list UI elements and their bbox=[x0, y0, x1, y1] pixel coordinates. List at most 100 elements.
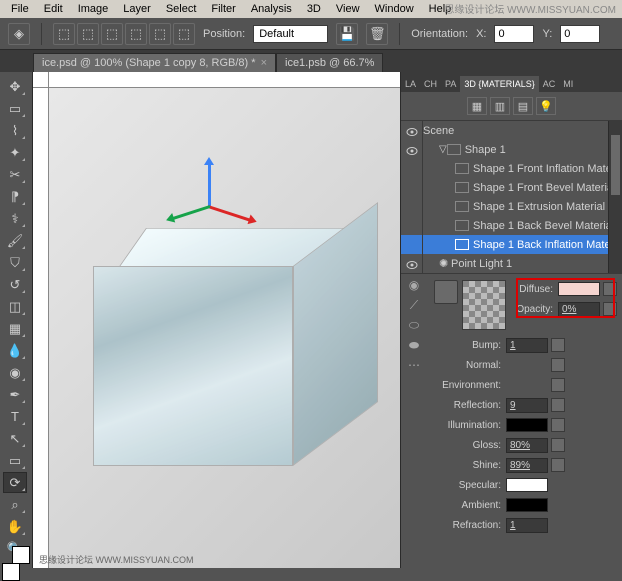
blur-tool[interactable]: 💧 bbox=[3, 340, 27, 361]
filter-scene-icon[interactable]: ▦ bbox=[467, 97, 487, 115]
wand-tool[interactable]: ✦ bbox=[3, 142, 27, 163]
diffuse-swatch[interactable] bbox=[558, 282, 600, 296]
ambient-swatch[interactable] bbox=[506, 498, 548, 512]
tool-preset-icon[interactable]: ◈ bbox=[8, 23, 30, 45]
menu-edit[interactable]: Edit bbox=[37, 1, 70, 17]
menu-layer[interactable]: Layer bbox=[116, 1, 158, 17]
diffuse-map-button[interactable] bbox=[603, 282, 617, 296]
ruler-origin[interactable] bbox=[33, 72, 49, 88]
menu-view[interactable]: View bbox=[329, 1, 367, 17]
gloss-value[interactable]: 80% bbox=[506, 438, 548, 453]
opacity-map-button[interactable] bbox=[603, 302, 617, 316]
3d-axis-gizmo[interactable] bbox=[180, 163, 240, 233]
shine-value[interactable]: 89% bbox=[506, 458, 548, 473]
crop-tool[interactable]: ✂ bbox=[3, 164, 27, 185]
history-brush-tool[interactable]: ↺ bbox=[3, 274, 27, 295]
menu-filter[interactable]: Filter bbox=[204, 1, 242, 17]
scene-row-shape[interactable]: ▽ Shape 1 bbox=[401, 140, 622, 159]
eraser-tool[interactable]: ◫ bbox=[3, 296, 27, 317]
background-color-swatch[interactable] bbox=[12, 546, 30, 564]
mesh-roll-icon[interactable]: ⬚ bbox=[77, 23, 99, 45]
move-tool[interactable]: ✥ bbox=[3, 76, 27, 97]
mesh-rotate-icon[interactable]: ⬚ bbox=[53, 23, 75, 45]
tab-layers[interactable]: LA bbox=[401, 76, 420, 92]
material-more-icon[interactable]: ⋯ bbox=[403, 356, 425, 374]
position-select[interactable]: Default bbox=[253, 25, 328, 43]
menu-select[interactable]: Select bbox=[159, 1, 204, 17]
tab-actions[interactable]: AC bbox=[539, 76, 560, 92]
material-load-icon[interactable]: ⬬ bbox=[403, 336, 425, 354]
orientation-x-input[interactable] bbox=[494, 25, 534, 43]
filter-mesh-icon[interactable]: ▥ bbox=[490, 97, 510, 115]
path-tool[interactable]: ↖ bbox=[3, 428, 27, 449]
stamp-tool[interactable]: ⛉ bbox=[3, 252, 27, 273]
mesh-slide-icon[interactable]: ⬚ bbox=[125, 23, 147, 45]
ruler-horizontal[interactable] bbox=[49, 72, 400, 88]
3d-rotate-tool[interactable]: ⟳ bbox=[3, 472, 27, 493]
reflection-map-button[interactable] bbox=[551, 398, 565, 412]
scene-row-root[interactable]: Scene bbox=[401, 121, 622, 140]
material-thumbnail[interactable] bbox=[462, 280, 506, 330]
filter-light-icon[interactable]: 💡 bbox=[536, 97, 556, 115]
scene-row-material[interactable]: Shape 1 Extrusion Material bbox=[401, 197, 622, 216]
tab-mini[interactable]: MI bbox=[559, 76, 577, 92]
axis-y-icon[interactable] bbox=[208, 163, 211, 208]
healing-tool[interactable]: ⚕ bbox=[3, 208, 27, 229]
type-tool[interactable]: T bbox=[3, 406, 27, 427]
axis-x-icon[interactable] bbox=[207, 205, 251, 222]
axis-z-icon[interactable] bbox=[171, 205, 210, 220]
orientation-y-input[interactable] bbox=[560, 25, 600, 43]
menu-file[interactable]: File bbox=[4, 1, 36, 17]
refraction-value[interactable]: 1 bbox=[506, 518, 548, 533]
scene-row-material[interactable]: Shape 1 Front Inflation Material bbox=[401, 159, 622, 178]
shape-tool[interactable]: ▭ bbox=[3, 450, 27, 471]
reflection-value[interactable]: 9 bbox=[506, 398, 548, 413]
brush-tool[interactable]: 🖌 bbox=[3, 230, 27, 251]
scrollbar[interactable] bbox=[608, 121, 622, 273]
visibility-icon[interactable] bbox=[406, 146, 418, 154]
pen-tool[interactable]: ✒ bbox=[3, 384, 27, 405]
scene-row-material[interactable]: Shape 1 Back Bevel Material bbox=[401, 216, 622, 235]
material-picker-icon[interactable]: ◉ bbox=[403, 276, 425, 294]
save-preset-icon[interactable]: 💾 bbox=[336, 23, 358, 45]
tab-3d-materials[interactable]: 3D {MATERIALS} bbox=[460, 76, 538, 92]
scene-row-material-selected[interactable]: Shape 1 Back Inflation Material bbox=[401, 235, 622, 254]
illumination-map-button[interactable] bbox=[551, 418, 565, 432]
foreground-color-swatch[interactable] bbox=[2, 563, 20, 581]
ruler-vertical[interactable] bbox=[33, 88, 49, 568]
scene-row-light[interactable]: ✺ Point Light 1 bbox=[401, 254, 622, 273]
tab-paths[interactable]: PA bbox=[441, 76, 460, 92]
shine-map-button[interactable] bbox=[551, 458, 565, 472]
visibility-icon[interactable] bbox=[406, 260, 418, 268]
mesh-scale-icon[interactable]: ⬚ bbox=[149, 23, 171, 45]
material-preview-sphere[interactable] bbox=[434, 280, 458, 304]
document-canvas[interactable] bbox=[49, 88, 400, 568]
material-drop-icon[interactable]: ⟋ bbox=[403, 296, 425, 314]
delete-preset-icon[interactable]: 🗑 bbox=[366, 23, 388, 45]
specular-swatch[interactable] bbox=[506, 478, 548, 492]
marquee-tool[interactable]: ▭ bbox=[3, 98, 27, 119]
tab-channels[interactable]: CH bbox=[420, 76, 441, 92]
bump-value[interactable]: 1 bbox=[506, 338, 548, 353]
visibility-icon[interactable] bbox=[406, 127, 418, 135]
mesh-pan-icon[interactable]: ⬚ bbox=[101, 23, 123, 45]
menu-analysis[interactable]: Analysis bbox=[244, 1, 299, 17]
dodge-tool[interactable]: ◉ bbox=[3, 362, 27, 383]
3d-ice-cube[interactable] bbox=[85, 208, 365, 488]
menu-image[interactable]: Image bbox=[71, 1, 116, 17]
illumination-swatch[interactable] bbox=[506, 418, 548, 432]
menu-3d[interactable]: 3D bbox=[300, 1, 328, 17]
eyedropper-tool[interactable]: ⁋ bbox=[3, 186, 27, 207]
normal-map-button[interactable] bbox=[551, 358, 565, 372]
filter-material-icon[interactable]: ▤ bbox=[513, 97, 533, 115]
document-tab-ice[interactable]: ice.psd @ 100% (Shape 1 copy 8, RGB/8) *… bbox=[33, 53, 276, 72]
close-icon[interactable]: × bbox=[261, 57, 267, 69]
lasso-tool[interactable]: ⌇ bbox=[3, 120, 27, 141]
document-tab-ice1[interactable]: ice1.psb @ 66.7% bbox=[276, 53, 383, 72]
environment-map-button[interactable] bbox=[551, 378, 565, 392]
mesh-scale2-icon[interactable]: ⬚ bbox=[173, 23, 195, 45]
gradient-tool[interactable]: ▦ bbox=[3, 318, 27, 339]
scene-row-material[interactable]: Shape 1 Front Bevel Material bbox=[401, 178, 622, 197]
menu-window[interactable]: Window bbox=[368, 1, 421, 17]
hand-tool[interactable]: ✋ bbox=[3, 516, 27, 537]
